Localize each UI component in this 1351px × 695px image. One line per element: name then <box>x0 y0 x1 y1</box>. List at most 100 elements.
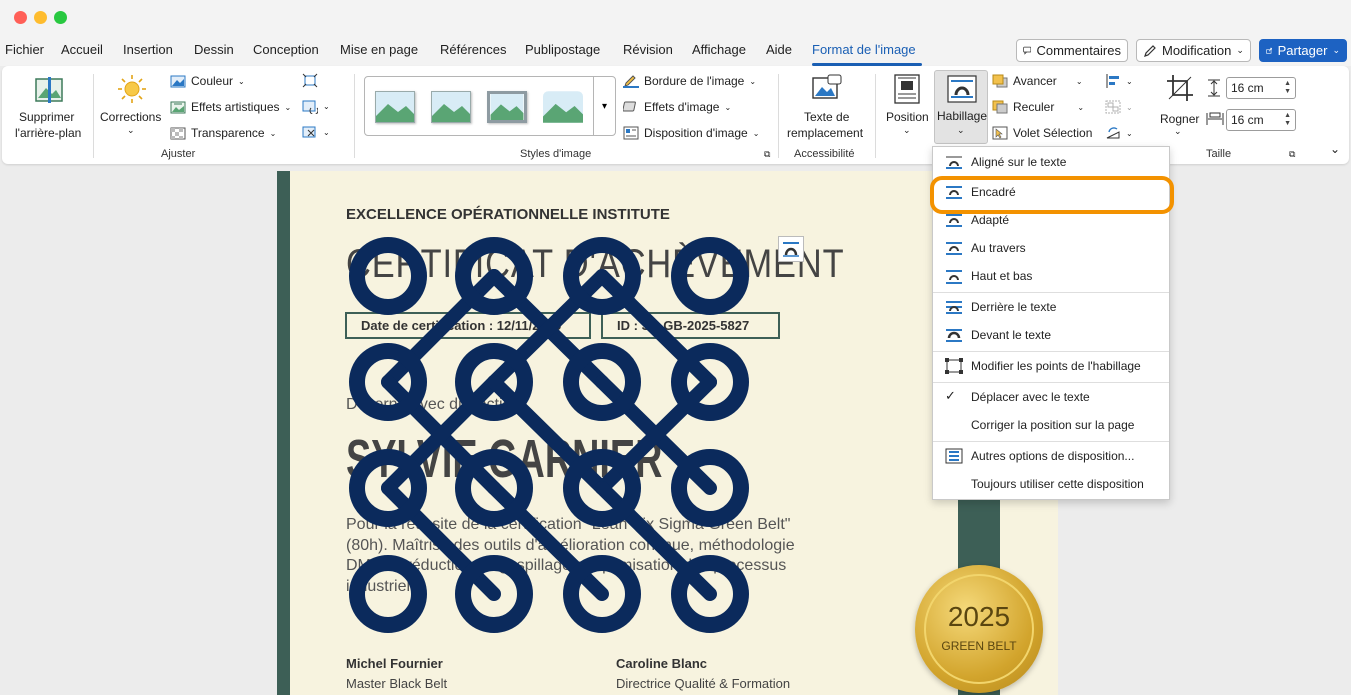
rotate-button[interactable]: ⌄ <box>1105 126 1133 140</box>
crop-label: Rogner <box>1160 112 1200 126</box>
zoom-window-button[interactable] <box>54 11 67 24</box>
selection-pane-button[interactable]: Volet Sélection <box>992 126 1092 140</box>
chevron-down-icon: ⌄ <box>1126 76 1133 86</box>
tab-references[interactable]: Références <box>440 42 506 57</box>
send-backward-button[interactable]: Reculer ⌄ <box>992 100 1084 114</box>
alt-text-label-2: remplacement <box>787 126 864 140</box>
tab-affichage[interactable]: Affichage <box>692 42 746 57</box>
tab-accueil[interactable]: Accueil <box>61 42 103 57</box>
wrap-text-button[interactable]: Habillage ⌄ <box>934 70 988 144</box>
close-window-button[interactable] <box>14 11 27 24</box>
chevron-down-icon: ⌄ <box>957 125 965 135</box>
dialog-launcher-icon[interactable]: ⧉ <box>764 149 770 160</box>
seal-year: 2025 <box>947 601 1011 632</box>
transparence-label: Transparence <box>191 126 265 140</box>
spin-arrows-icon[interactable]: ▲ ▼ <box>1284 112 1291 128</box>
landscape-icon <box>490 94 524 120</box>
effets-artistiques-button[interactable]: Effets artistiques ⌄ <box>170 100 291 114</box>
position-icon <box>894 74 920 104</box>
menu-item-in-front-of-text[interactable]: Devant le texte <box>933 322 1169 348</box>
layout-options-button[interactable] <box>778 236 804 262</box>
collapse-ribbon-icon[interactable]: ⌄ <box>1330 142 1340 156</box>
menu-item-label: Adapté <box>971 213 1010 227</box>
chevron-down-icon: ⌄ <box>1174 126 1182 136</box>
menu-item-move-with-text[interactable]: ✓ Déplacer avec le texte <box>933 384 1169 410</box>
corrections-label: Corrections <box>100 110 162 124</box>
picture-border-button[interactable]: Bordure de l'image ⌄ <box>623 74 756 88</box>
bring-forward-button[interactable]: Avancer ⌄ <box>992 74 1083 88</box>
compress-pictures-button[interactable] <box>302 73 318 88</box>
menu-item-inline[interactable]: Aligné sur le texte <box>933 149 1169 175</box>
seal-text: GREEN BELT <box>941 639 1017 653</box>
crop-button[interactable]: Rogner ⌄ <box>1154 70 1204 144</box>
comments-button[interactable]: Commentaires <box>1016 39 1128 62</box>
menu-item-label: Aligné sur le texte <box>971 155 1067 169</box>
wrap-behind-icon <box>946 301 962 314</box>
picture-style-thumbnail-4[interactable] <box>543 91 583 123</box>
gallery-more-button[interactable]: ▾ <box>593 77 615 135</box>
picture-layout-button[interactable]: Disposition d'image ⌄ <box>623 126 759 140</box>
wrap-inline-icon <box>946 156 962 169</box>
corrections-button[interactable]: Corrections ⌄ <box>97 70 165 144</box>
ribbon-separator <box>778 74 779 158</box>
ribbon-separator <box>93 74 94 158</box>
picture-style-thumbnail-2[interactable] <box>431 91 471 123</box>
effects-icon <box>623 101 636 112</box>
change-picture-button[interactable]: ⌄ <box>302 99 330 114</box>
layout-icon <box>623 126 639 140</box>
remove-background-button[interactable]: Supprimer l'arrière-plan <box>10 70 90 144</box>
tab-dessin[interactable]: Dessin <box>194 42 234 57</box>
position-button[interactable]: Position ⌄ <box>880 70 934 144</box>
width-input[interactable]: 16 cm ▲ ▼ <box>1226 109 1296 131</box>
align-icon <box>1106 74 1119 88</box>
transparence-button[interactable]: Transparence ⌄ <box>170 126 276 140</box>
modification-button[interactable]: Modification ⌄ <box>1136 39 1251 62</box>
selected-pattern-image[interactable] <box>340 230 770 660</box>
tab-mise-en-page[interactable]: Mise en page <box>340 42 418 57</box>
menu-item-more-layout-options[interactable]: Autres options de disposition... <box>933 443 1169 469</box>
dialog-launcher-icon[interactable]: ⧉ <box>1289 149 1295 160</box>
comment-icon <box>1023 46 1032 55</box>
menu-separator <box>933 351 1169 352</box>
menu-item-label: Autres options de disposition... <box>971 449 1135 463</box>
align-button[interactable]: ⌄ <box>1105 74 1133 88</box>
menu-item-fix-position[interactable]: Corriger la position sur la page <box>933 412 1169 438</box>
send-backward-label: Reculer <box>1013 100 1055 114</box>
menu-item-top-bottom[interactable]: Haut et bas <box>933 263 1169 289</box>
change-picture-icon <box>302 100 318 114</box>
tab-conception[interactable]: Conception <box>253 42 319 57</box>
chevron-down-icon: ⌄ <box>1126 102 1133 112</box>
signatory-1-role: Master Black Belt <box>346 676 448 691</box>
wrap-text-label: Habillage <box>937 109 988 123</box>
picture-style-thumbnail-3[interactable] <box>487 91 527 123</box>
edit-wrap-points-icon <box>945 358 963 374</box>
menu-item-behind-text[interactable]: Derrière le texte <box>933 294 1169 320</box>
menu-item-label: Haut et bas <box>971 269 1033 283</box>
tab-fichier[interactable]: Fichier <box>5 42 44 57</box>
tab-revision[interactable]: Révision <box>623 42 673 57</box>
remove-background-label-2: l'arrière-plan <box>15 126 82 140</box>
remove-background-label-1: Supprimer <box>19 110 75 124</box>
chevron-down-icon: ⌄ <box>269 128 277 138</box>
couleur-button[interactable]: Couleur ⌄ <box>170 74 245 88</box>
menu-item-edit-wrap-points[interactable]: Modifier les points de l'habillage <box>933 353 1169 379</box>
tab-aide[interactable]: Aide <box>766 42 792 57</box>
spin-arrows-icon[interactable]: ▲ ▼ <box>1284 80 1291 96</box>
tab-insertion[interactable]: Insertion <box>123 42 173 57</box>
menu-item-through[interactable]: Au travers <box>933 235 1169 261</box>
height-input[interactable]: 16 cm ▲ ▼ <box>1226 77 1296 99</box>
picture-effects-button[interactable]: Effets d'image ⌄ <box>623 100 731 114</box>
menu-separator <box>933 382 1169 383</box>
modification-label: Modification <box>1162 43 1232 58</box>
share-label: Partager <box>1277 43 1328 58</box>
group-objects-button[interactable]: ⌄ <box>1105 100 1133 114</box>
picture-style-thumbnail-1[interactable] <box>375 91 415 123</box>
share-button[interactable]: Partager ⌄ <box>1259 39 1347 62</box>
alt-text-button[interactable]: Texte de remplacement <box>782 70 872 144</box>
crop-icon <box>1167 75 1193 101</box>
tab-publipostage[interactable]: Publipostage <box>525 42 600 57</box>
minimize-window-button[interactable] <box>34 11 47 24</box>
menu-item-set-as-default[interactable]: Toujours utiliser cette disposition <box>933 471 1169 497</box>
reset-picture-button[interactable]: ⌄ <box>302 125 330 140</box>
tab-format-image[interactable]: Format de l'image <box>812 42 916 57</box>
